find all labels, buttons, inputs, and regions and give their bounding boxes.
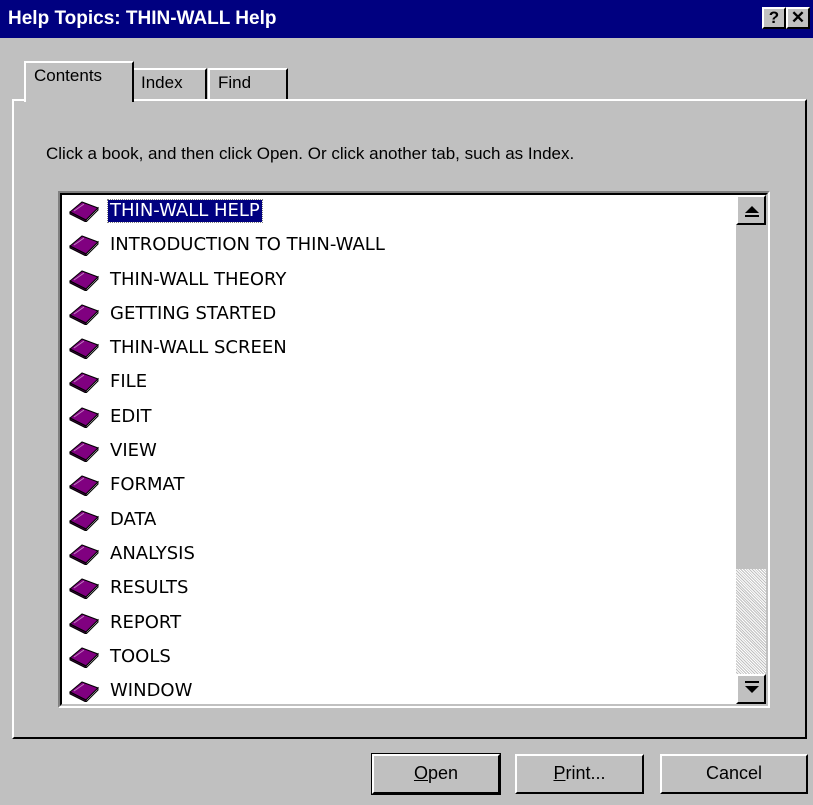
topic-item[interactable]: GETTING STARTED: [68, 298, 728, 332]
topic-item[interactable]: RESULTS: [68, 572, 728, 606]
arrow-up-bar: [745, 215, 759, 217]
topic-label: EDIT: [110, 405, 152, 427]
topic-item[interactable]: THIN-WALL SCREEN: [68, 332, 728, 366]
book-icon: [68, 612, 100, 635]
topic-label: INTRODUCTION TO THIN-WALL: [110, 234, 385, 256]
close-button[interactable]: ✕: [786, 7, 810, 29]
topic-label: THIN-WALL THEORY: [110, 268, 287, 290]
scroll-up-button[interactable]: [736, 195, 766, 225]
book-icon: [68, 646, 100, 670]
topic-item[interactable]: ANALYSIS: [68, 538, 728, 572]
topic-label: GETTING STARTED: [110, 302, 277, 324]
topic-label: REPORT: [110, 611, 182, 633]
help-topics-dialog: Help Topics: THIN-WALL Help ? ✕ Index Fi…: [0, 0, 813, 805]
help-button[interactable]: ?: [762, 7, 786, 29]
topic-item[interactable]: EDIT: [68, 401, 728, 435]
topic-label: THIN-WALL SCREEN: [110, 337, 287, 359]
tab-find[interactable]: Find: [208, 68, 288, 100]
book-icon: [68, 337, 100, 361]
title-bar[interactable]: Help Topics: THIN-WALL Help ? ✕: [0, 0, 813, 38]
topic-label: THIN-WALL HELP: [107, 199, 263, 223]
book-icon: [68, 577, 100, 601]
topic-item[interactable]: VIEW: [68, 435, 728, 469]
topic-label: DATA: [110, 508, 157, 530]
tab-contents[interactable]: Contents: [24, 61, 134, 102]
topic-item[interactable]: TOOLS: [68, 641, 728, 675]
book-icon: [68, 509, 100, 532]
tab-index[interactable]: Index: [131, 68, 207, 100]
print-mnemonic: P: [553, 763, 566, 783]
topics-listbox[interactable]: THIN-WALL HELP INTRODUCTION TO THIN-WALL T…: [58, 191, 770, 708]
topic-item[interactable]: FILE: [68, 366, 728, 400]
book-icon: [68, 474, 100, 498]
book-icon: [68, 440, 100, 464]
open-label-rest: pen: [427, 763, 459, 783]
topic-item[interactable]: INTRODUCTION TO THIN-WALL: [68, 229, 728, 263]
book-icon: [68, 543, 100, 567]
print-label-rest: rint...: [565, 763, 606, 783]
topics-list: THIN-WALL HELP INTRODUCTION TO THIN-WALL T…: [68, 195, 728, 706]
arrow-down-icon: [745, 686, 759, 693]
topic-item[interactable]: THIN-WALL THEORY: [68, 264, 728, 298]
open-mnemonic: O: [413, 763, 428, 783]
topic-label: VIEW: [110, 440, 157, 462]
scroll-down-button[interactable]: [736, 674, 766, 704]
book-icon: [68, 406, 100, 429]
book-icon: [68, 200, 100, 224]
topic-label: FORMAT: [110, 474, 185, 496]
topic-item[interactable]: WINDOW: [68, 675, 728, 706]
instruction-text: Click a book, and then click Open. Or cl…: [46, 144, 575, 163]
topic-label: ANALYSIS: [110, 542, 195, 564]
topic-item[interactable]: DATA: [68, 504, 728, 538]
topic-label: FILE: [110, 371, 148, 393]
scroll-track[interactable]: [736, 569, 766, 674]
topic-label: TOOLS: [110, 645, 171, 667]
arrow-down-bar: [745, 681, 759, 683]
book-icon: [68, 371, 100, 395]
topic-item[interactable]: REPORT: [68, 607, 728, 641]
open-button[interactable]: Open: [371, 753, 501, 795]
window-title: Help Topics: THIN-WALL Help: [8, 8, 277, 29]
cancel-button[interactable]: Cancel: [660, 754, 808, 794]
topic-label: WINDOW: [110, 680, 193, 702]
book-icon: [68, 269, 100, 292]
topic-item[interactable]: FORMAT: [68, 469, 728, 503]
arrow-up-icon: [745, 206, 759, 213]
topic-item[interactable]: THIN-WALL HELP: [68, 195, 728, 229]
book-icon: [68, 303, 100, 327]
vertical-scrollbar[interactable]: [736, 195, 766, 704]
book-icon: [68, 234, 100, 258]
topic-label: RESULTS: [110, 577, 189, 599]
print-button[interactable]: Print...: [515, 754, 644, 794]
book-icon: [68, 680, 100, 704]
